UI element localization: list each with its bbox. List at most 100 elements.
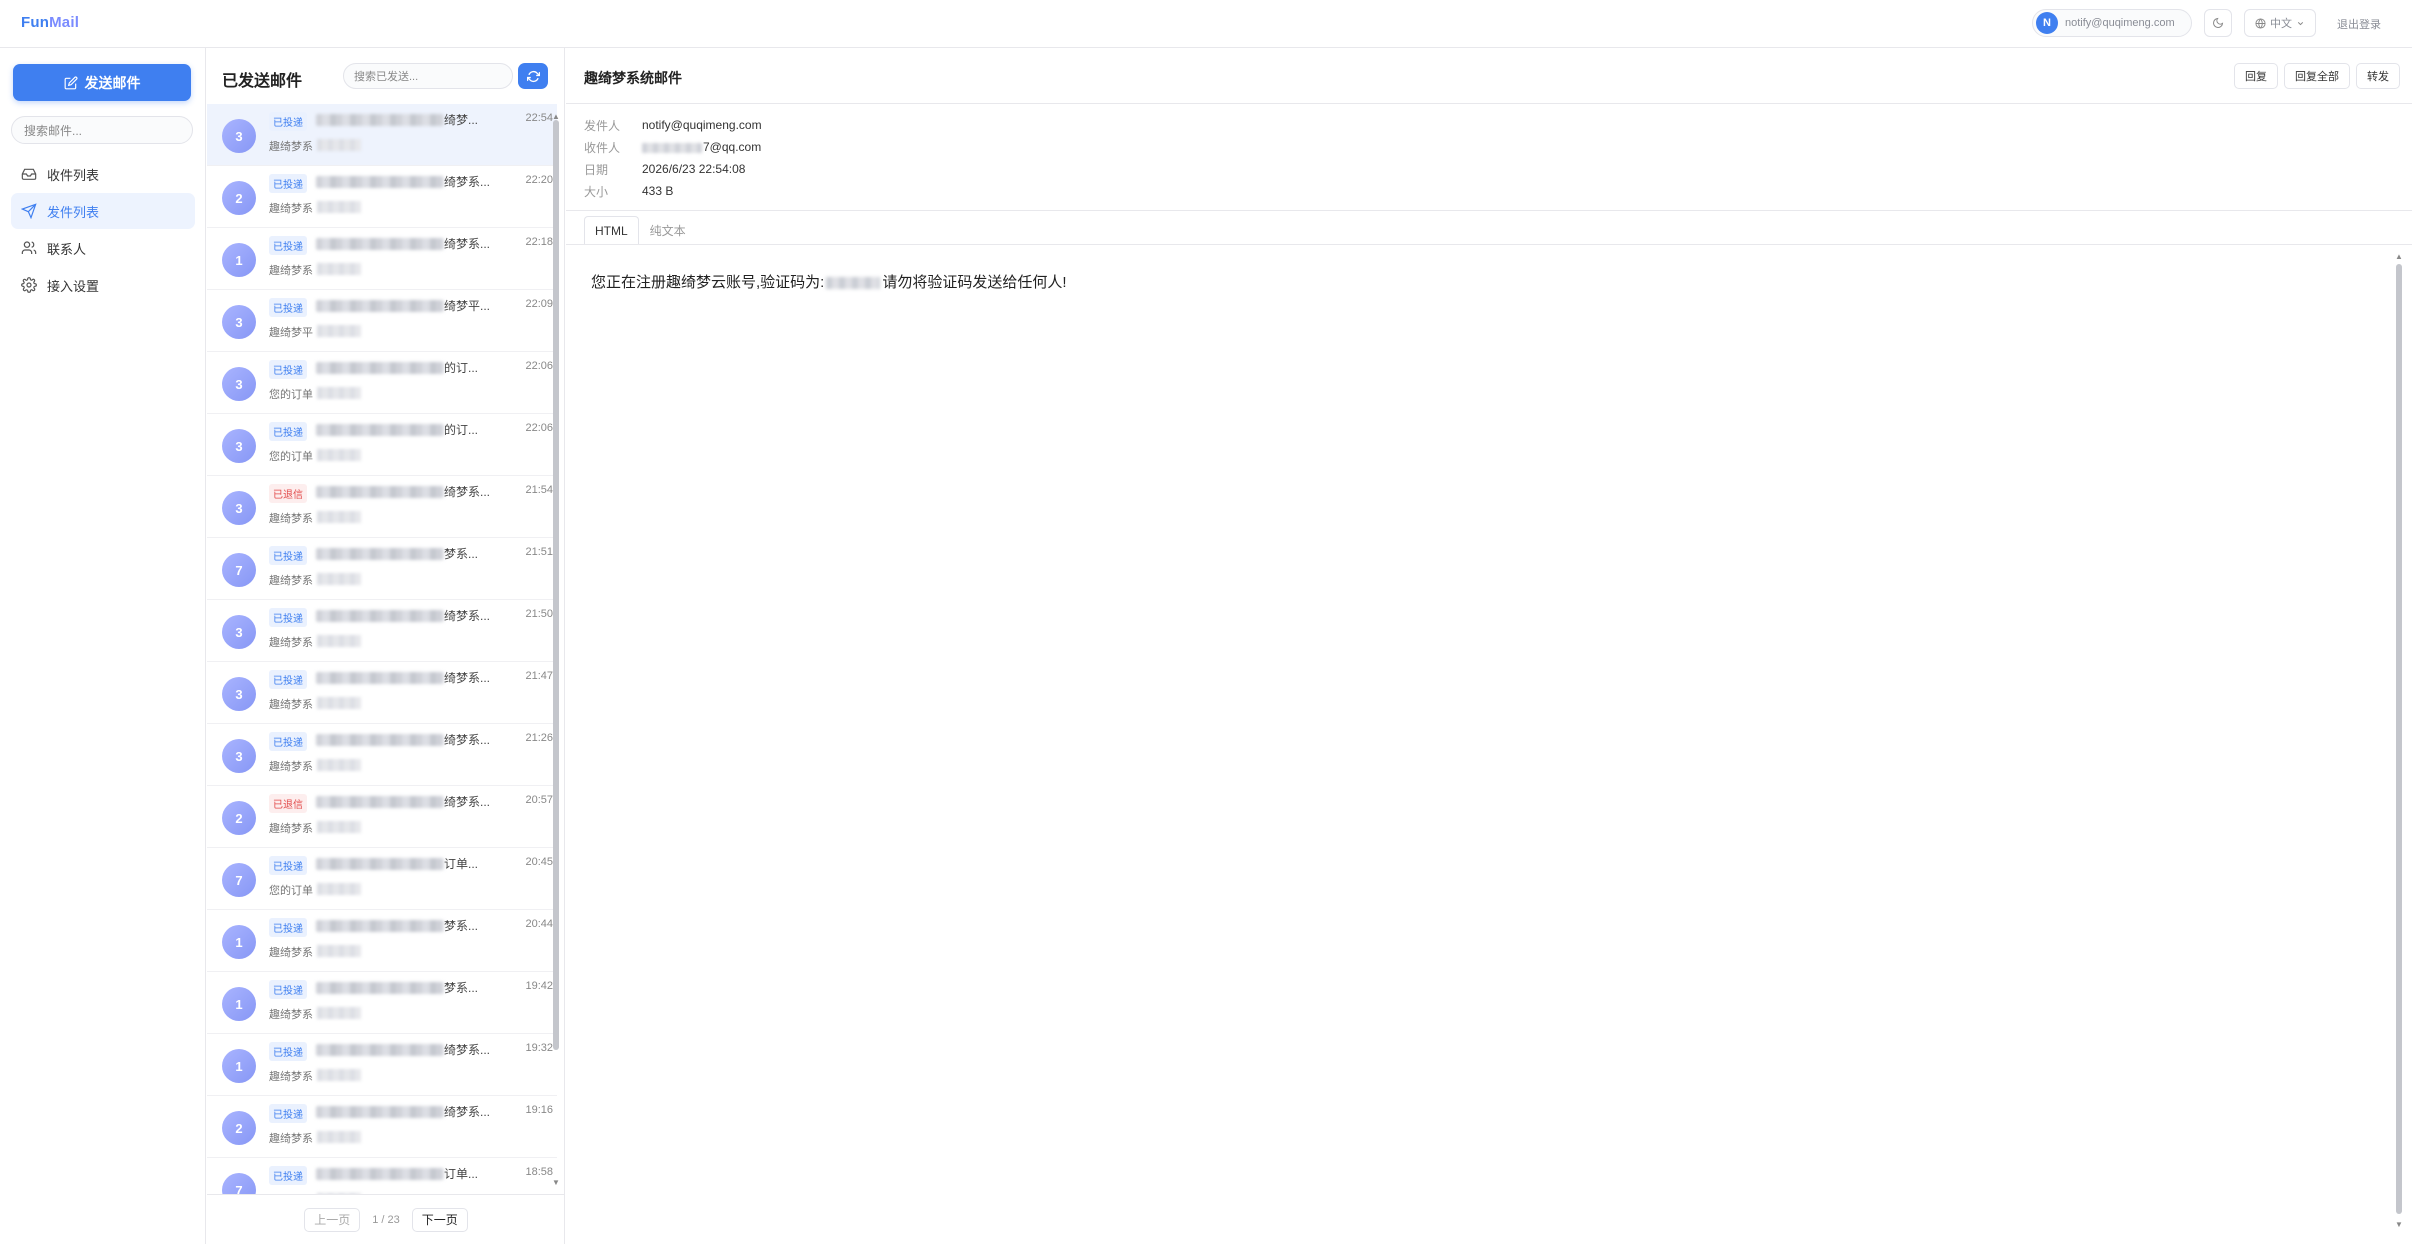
prev-page-button[interactable]: 上一页: [304, 1207, 361, 1232]
list-item[interactable]: 2 已退信 绮梦系... 20:57 趣绮梦系: [207, 786, 557, 848]
reply-button[interactable]: 回复: [2234, 63, 2278, 89]
avatar: 3: [222, 615, 256, 649]
redacted-text: [316, 176, 444, 188]
mail-time: 20:45: [525, 856, 553, 868]
avatar: 1: [222, 925, 256, 959]
list-item[interactable]: 3 已投递 绮梦系... 21:50 趣绮梦系: [207, 600, 557, 662]
sidebar: 发送邮件 搜索邮件... 收件列表 发件列表 联系人 接入设置: [0, 48, 206, 1244]
forward-button[interactable]: 转发: [2356, 63, 2400, 89]
detail-actions: 回复 回复全部 转发: [2234, 63, 2400, 89]
sidebar-item-inbox[interactable]: 收件列表: [11, 156, 195, 192]
mail-preview: 趣绮梦系: [269, 203, 313, 215]
avatar: 3: [222, 429, 256, 463]
redacted-text: [317, 201, 361, 213]
redacted-text: [316, 486, 444, 498]
app-logo[interactable]: FunMail: [21, 14, 79, 31]
mail-search-input[interactable]: 搜索邮件...: [11, 116, 193, 144]
tab-plain-text[interactable]: 纯文本: [639, 216, 697, 244]
mail-preview: 您的订单: [269, 389, 313, 401]
list-item[interactable]: 1 已投递 绮梦系... 19:32 趣绮梦系: [207, 1034, 557, 1096]
list-item[interactable]: 1 已投递 梦系... 19:42 趣绮梦系: [207, 972, 557, 1034]
mail-time: 19:42: [525, 980, 553, 992]
redacted-text: [317, 635, 361, 647]
mail-preview: 趣绮梦系: [269, 1009, 313, 1021]
status-badge: 已投递: [269, 236, 307, 255]
mail-body: 您正在注册趣绮梦云账号,验证码为: 请勿将验证码发送给任何人!: [591, 274, 1067, 291]
redacted-text: [317, 821, 361, 833]
avatar: 7: [222, 1173, 256, 1194]
mail-preview: 趣绮梦系: [269, 1071, 313, 1083]
mail-preview: 您的订单: [269, 451, 313, 463]
mail-subject: 订单...: [444, 1167, 479, 1181]
list-item[interactable]: 7 已投递 梦系... 21:51 趣绮梦系: [207, 538, 557, 600]
status-badge: 已投递: [269, 608, 307, 627]
status-badge: 已退信: [269, 794, 307, 813]
status-badge: 已投递: [269, 732, 307, 751]
language-select[interactable]: 中文: [2244, 9, 2316, 37]
sidebar-item-sent[interactable]: 发件列表: [11, 193, 195, 229]
status-badge: 已退信: [269, 484, 307, 503]
mail-time: 21:51: [525, 546, 553, 558]
mail-time: 22:06: [525, 360, 553, 372]
redacted-text: [317, 1069, 361, 1081]
list-item[interactable]: 3 已投递 绮梦系... 21:26 趣绮梦系: [207, 724, 557, 786]
mail-time: 19:32: [525, 1042, 553, 1054]
list-item[interactable]: 2 已投递 绮梦系... 19:16 趣绮梦系: [207, 1096, 557, 1158]
redacted-text: [316, 548, 444, 560]
sidebar-item-settings[interactable]: 接入设置: [11, 267, 195, 303]
next-page-button[interactable]: 下一页: [411, 1207, 468, 1232]
mail-subject: 梦系...: [444, 919, 479, 933]
mail-preview: 趣绮梦系: [269, 823, 313, 835]
mail-time: 20:57: [525, 794, 553, 806]
recipient-value: 7@qq.com: [703, 140, 762, 154]
mail-preview: 趣绮梦系: [269, 947, 313, 959]
redacted-text: [316, 734, 444, 746]
list-item[interactable]: 1 已投递 绮梦系... 22:18 趣绮梦系: [207, 228, 557, 290]
list-item[interactable]: 7 已投递 订单... 20:45 您的订单: [207, 848, 557, 910]
list-item[interactable]: 3 已投递 绮梦... 22:54 趣绮梦系: [207, 104, 557, 166]
compose-button[interactable]: 发送邮件: [13, 64, 191, 101]
status-badge: 已投递: [269, 174, 307, 193]
list-item[interactable]: 3 已投递 的订... 22:06 您的订单: [207, 352, 557, 414]
mail-list: 3 已投递 绮梦... 22:54 趣绮梦系 2 已投递 绮梦系... 22:20 趣绮梦系 1 已投…: [207, 104, 557, 1194]
refresh-button[interactable]: [518, 63, 548, 89]
status-badge: 已投递: [269, 546, 307, 565]
theme-toggle-button[interactable]: [2204, 9, 2232, 37]
avatar: 3: [222, 677, 256, 711]
mail-time: 18:58: [525, 1166, 553, 1178]
redacted-text: [316, 114, 444, 126]
mail-preview: 趣绮梦系: [269, 141, 313, 153]
list-item[interactable]: 3 已退信 绮梦系... 21:54 趣绮梦系: [207, 476, 557, 538]
sent-search-input[interactable]: 搜索已发送...: [343, 63, 513, 89]
user-account-pill[interactable]: N notify@quqimeng.com: [2032, 9, 2192, 37]
detail-scrollbar[interactable]: [2396, 264, 2402, 1214]
list-item[interactable]: 3 已投递 绮梦平... 22:09 趣绮梦平: [207, 290, 557, 352]
list-item[interactable]: 7已投递订单...18:58您的订单: [207, 1158, 557, 1194]
redacted-text: [316, 982, 444, 994]
mail-preview: 趣绮梦系: [269, 699, 313, 711]
list-scrollbar[interactable]: [553, 120, 559, 1050]
refresh-icon: [526, 70, 540, 82]
sidebar-item-contacts[interactable]: 联系人: [11, 230, 195, 266]
scroll-down-arrow[interactable]: ▼: [2395, 1220, 2403, 1229]
list-item[interactable]: 2 已投递 绮梦系... 22:20 趣绮梦系: [207, 166, 557, 228]
list-item[interactable]: 1 已投递 梦系... 20:44 趣绮梦系: [207, 910, 557, 972]
list-item[interactable]: 3 已投递 绮梦系... 21:47 趣绮梦系: [207, 662, 557, 724]
avatar: 7: [222, 553, 256, 587]
mail-time: 22:06: [525, 422, 553, 434]
redacted-text: [317, 1007, 361, 1019]
avatar: 3: [222, 119, 256, 153]
scroll-down-arrow[interactable]: ▼: [551, 1178, 561, 1187]
list-item[interactable]: 3 已投递 的订... 22:06 您的订单: [207, 414, 557, 476]
logout-link[interactable]: 退出登录: [2337, 16, 2381, 32]
mail-subject: 绮梦系...: [444, 485, 491, 499]
status-badge: 已投递: [269, 298, 307, 317]
reply-all-button[interactable]: 回复全部: [2284, 63, 2350, 89]
redacted-text: [316, 300, 444, 312]
redacted-text: [317, 263, 361, 275]
scroll-up-arrow[interactable]: ▲: [2395, 252, 2403, 261]
tab-html[interactable]: HTML: [584, 216, 639, 244]
status-badge: 已投递: [269, 980, 307, 999]
sidebar-item-label: 联系人: [47, 241, 87, 257]
avatar: 2: [222, 1111, 256, 1145]
